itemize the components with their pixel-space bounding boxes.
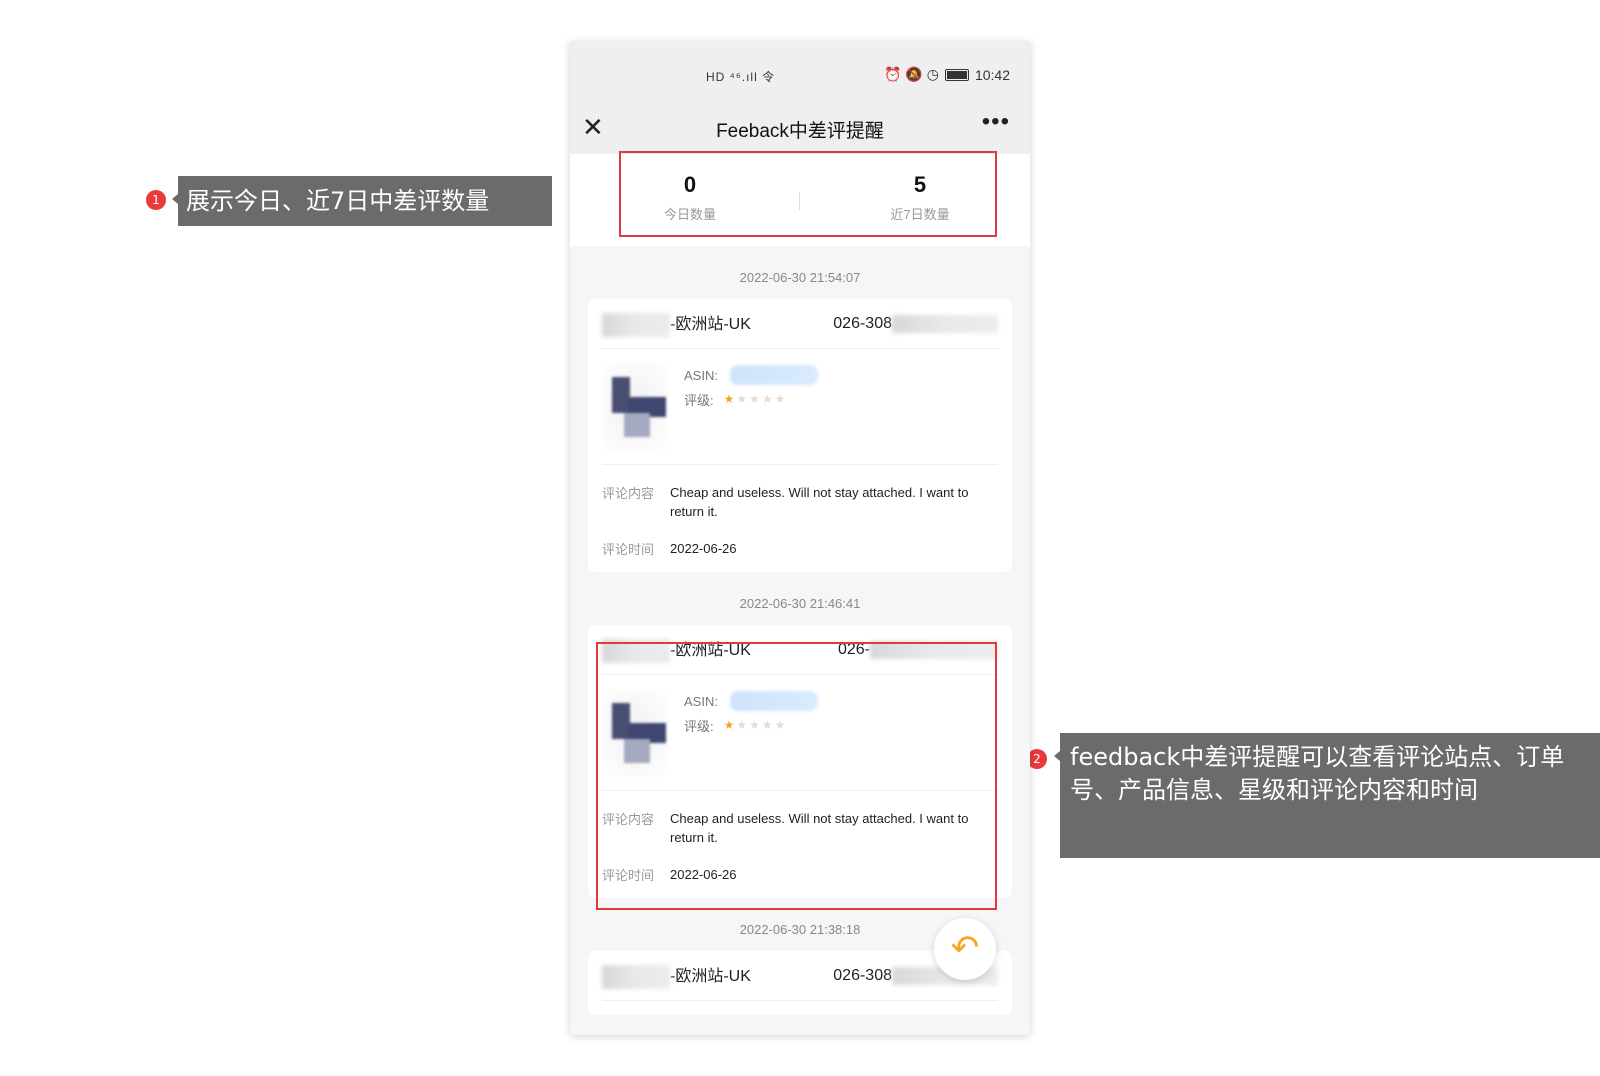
- review-date: 2022-06-26: [670, 541, 737, 556]
- status-bar: HD ⁴⁶.ıll 令 ⏰ 🔕 ◷ 10:42: [570, 42, 1030, 104]
- date-label: 评论时间: [602, 542, 655, 557]
- product-info: ASIN: 评级: ★★★★★: [602, 349, 998, 465]
- annotation-note-1: 展示今日、近7日中差评数量: [172, 176, 552, 226]
- card-header: -欧洲站-UK 026-308: [602, 299, 998, 349]
- network-status: HD ⁴⁶.ıll 令: [706, 70, 776, 84]
- review-content: Cheap and useless. Will not stay attache…: [670, 485, 969, 519]
- title-bar: ✕ Feeback中差评提醒 •••: [570, 104, 1030, 154]
- review-highlight-box: [596, 642, 997, 910]
- star-rating: ★★★★★: [723, 392, 788, 406]
- clock: 10:42: [974, 66, 1010, 83]
- review-timestamp: 2022-06-30 21:46:41: [739, 596, 861, 611]
- rating-label: 评级:: [684, 392, 714, 408]
- battery-icon: [944, 68, 969, 81]
- summary-highlight-box: [619, 151, 997, 237]
- content-label: 评论内容: [602, 486, 655, 501]
- status-right: ⏰ 🔕 ◷ 10:42: [884, 66, 1010, 83]
- reply-button[interactable]: ↶: [934, 918, 996, 980]
- reply-icon: ↶: [950, 929, 980, 967]
- annotation-note-2: feedback中差评提醒可以查看评论站点、订单号、产品信息、星级和评论内容和时…: [1054, 733, 1600, 858]
- annotation-marker-1: 1: [146, 190, 166, 210]
- annotation-marker-2: 2: [1027, 749, 1047, 769]
- store-name: -欧洲站-UK: [602, 310, 751, 337]
- more-icon[interactable]: •••: [982, 108, 1010, 136]
- review-timestamp: 2022-06-30 21:54:07: [739, 270, 861, 285]
- status-icons: ⏰ 🔕 ◷: [884, 66, 939, 82]
- asin-value-redacted: [729, 365, 818, 385]
- asin-label: ASIN:: [684, 367, 718, 383]
- order-number: 026-308: [833, 314, 998, 333]
- store-name: -欧洲站-UK: [602, 962, 751, 989]
- product-thumbnail: [602, 363, 668, 451]
- review-card[interactable]: -欧洲站-UK 026-308 ASIN: 评级: ★★★★★ 评论内容 Cheap…: [588, 299, 1012, 572]
- page-title: Feeback中差评提醒: [716, 121, 884, 142]
